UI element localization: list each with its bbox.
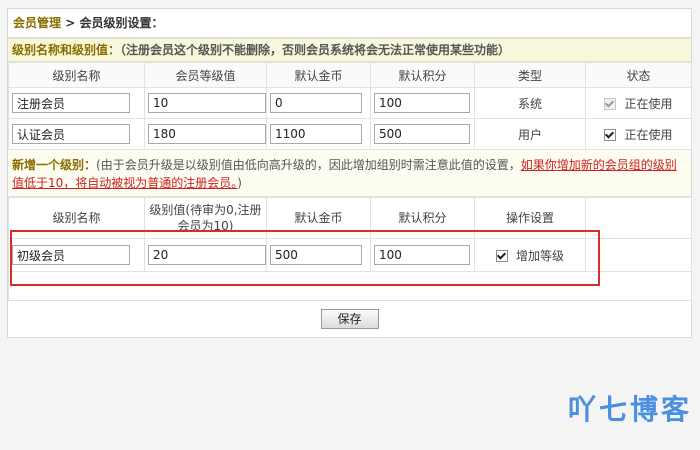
existing-section-note: （注册会员这个级别不能删除，否则会员系统将会无法正常使用某些功能） (120, 43, 511, 57)
existing-header-row: 级别名称 会员等级值 默认金币 默认积分 类型 状态 (8, 62, 692, 88)
status-label: 正在使用 (624, 96, 673, 111)
new-level-section-note: (由于会员升级是以级别值由低向高升级的，因此增加组别时需注意此值的设置， (96, 158, 521, 172)
column-header: 操作设置 (474, 197, 586, 239)
default-gold-input[interactable] (270, 93, 362, 113)
new-level-section-label: 新增一个级别： (12, 158, 97, 172)
new-level-value-input[interactable] (148, 245, 266, 265)
status-label: 正在使用 (624, 127, 673, 142)
save-area: 保存 (8, 301, 691, 329)
column-header: 级别名称 (8, 197, 145, 239)
empty-cell (8, 271, 692, 301)
status-checkbox[interactable] (604, 129, 617, 141)
add-level-checkbox[interactable] (495, 250, 508, 262)
column-header: 级别名称 (8, 62, 145, 88)
blog-watermark: 吖七博客 (567, 393, 692, 426)
column-header: 默认金币 (266, 62, 371, 88)
new-level-table: 级别名称 级别值(待审为0,注册会员为10) 默认金币 默认积分 操作设置 增加… (8, 197, 692, 301)
breadcrumb-separator: > (61, 16, 80, 30)
existing-section-label: 级别名称和级别值： (12, 43, 121, 57)
column-header: 状态 (585, 62, 692, 88)
column-header: 默认积分 (370, 197, 475, 239)
add-level-label: 增加等级 (515, 248, 564, 263)
column-header: 默认金币 (266, 197, 371, 239)
status-cell: 正在使用 (585, 87, 692, 119)
level-name-input[interactable] (12, 93, 130, 113)
new-header-row: 级别名称 级别值(待审为0,注册会员为10) 默认金币 默认积分 操作设置 (8, 197, 692, 239)
column-header: 默认积分 (370, 62, 475, 88)
new-level-row: 增加等级 (8, 238, 692, 272)
action-cell: 增加等级 (474, 238, 586, 272)
settings-panel: 会员管理 > 会员级别设置： 级别名称和级别值：（注册会员这个级别不能删除，否则… (7, 8, 692, 338)
default-gold-input[interactable] (270, 124, 362, 144)
column-header: 类型 (474, 62, 586, 88)
new-default-points-input[interactable] (374, 245, 470, 265)
table-row: 系统 正在使用 (8, 87, 692, 119)
status-checkbox (604, 98, 617, 110)
new-level-section-header: 新增一个级别：(由于会员升级是以级别值由低向高升级的，因此增加组别时需注意此值的… (8, 150, 691, 197)
type-cell: 系统 (474, 87, 586, 119)
table-row: 用户 正在使用 (8, 118, 692, 150)
default-points-input[interactable] (374, 124, 470, 144)
breadcrumb: 会员管理 > 会员级别设置： (8, 9, 691, 38)
breadcrumb-current: 会员级别设置： (79, 16, 164, 30)
default-points-input[interactable] (374, 93, 470, 113)
existing-levels-table: 级别名称 会员等级值 默认金币 默认积分 类型 状态 系统 正在使用 用户 正在… (8, 62, 692, 150)
column-header: 级别值(待审为0,注册会员为10) (144, 197, 267, 239)
breadcrumb-parent-link[interactable]: 会员管理 (13, 16, 61, 30)
new-default-gold-input[interactable] (270, 245, 362, 265)
existing-section-header: 级别名称和级别值：（注册会员这个级别不能删除，否则会员系统将会无法正常使用某些功… (8, 38, 691, 62)
column-header: 会员等级值 (144, 62, 267, 88)
type-cell: 用户 (474, 118, 586, 150)
empty-cell (585, 197, 692, 239)
level-value-input[interactable] (148, 93, 266, 113)
new-level-name-input[interactable] (12, 245, 130, 265)
save-button[interactable]: 保存 (320, 309, 379, 329)
empty-cell (585, 238, 692, 272)
level-name-input[interactable] (12, 124, 130, 144)
new-level-section-tail: ) (237, 176, 242, 190)
level-value-input[interactable] (148, 124, 266, 144)
status-cell: 正在使用 (585, 118, 692, 150)
spacer-row (8, 271, 692, 301)
